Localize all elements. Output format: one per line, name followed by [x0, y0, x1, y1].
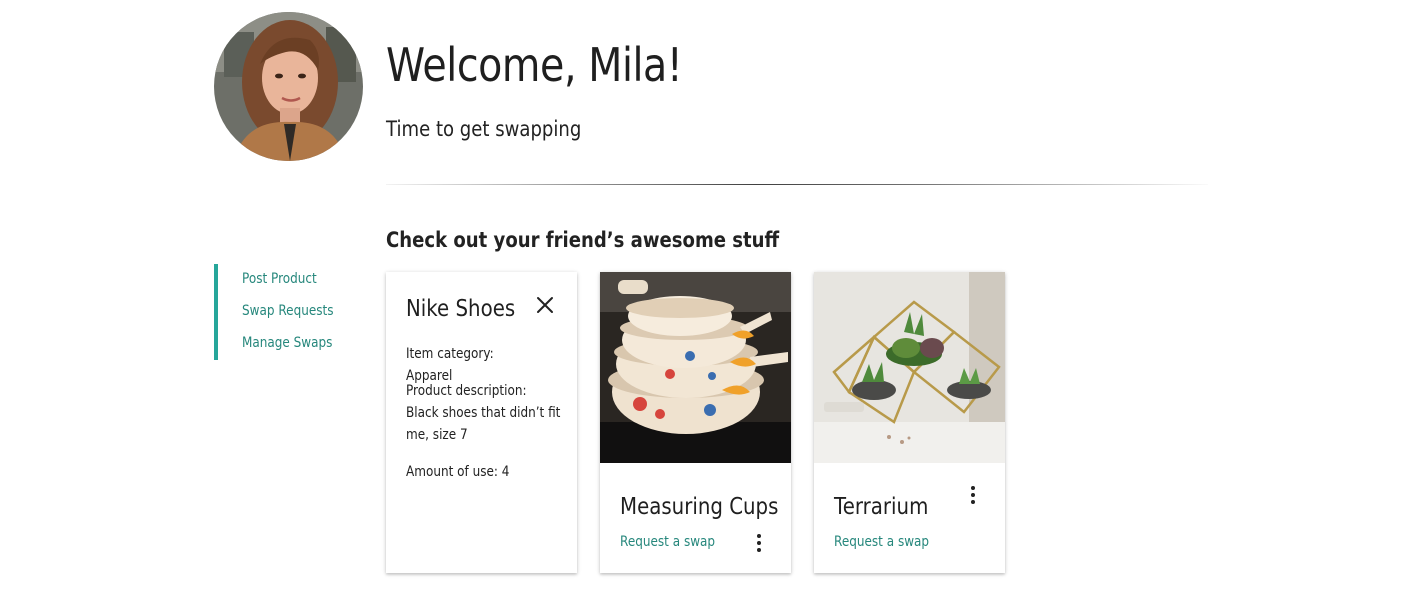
sidebar-item-manage-swaps[interactable]: Manage Swaps [242, 335, 332, 351]
request-swap-link[interactable]: Request a swap [620, 534, 715, 550]
measuring-cups-photo[interactable] [600, 272, 791, 463]
card-title: Nike Shoes [406, 296, 516, 322]
card-title: Terrarium [834, 494, 929, 520]
product-description: Product description: Black shoes that di… [406, 383, 561, 443]
card-title: Measuring Cups [620, 494, 779, 520]
product-card-measuring-cups: Measuring Cups Request a swap [600, 272, 791, 573]
close-icon[interactable] [536, 296, 554, 314]
sidebar-item-post-product[interactable]: Post Product [242, 271, 317, 287]
product-card-terrarium: Terrarium Request a swap [814, 272, 1005, 573]
request-swap-link[interactable]: Request a swap [834, 534, 929, 550]
product-card-nike-shoes: Nike Shoes Item category: Apparel Produc… [386, 272, 577, 573]
sidebar-item-swap-requests[interactable]: Swap Requests [242, 303, 334, 319]
terrarium-photo[interactable] [814, 272, 1005, 463]
section-title: Check out your friend’s awesome stuff [386, 228, 780, 252]
page-subtitle: Time to get swapping [386, 117, 582, 141]
more-vert-icon[interactable] [754, 533, 764, 553]
sidebar-nav: Post Product Swap Requests Manage Swaps [214, 264, 364, 360]
avatar [214, 12, 363, 161]
page-title: Welcome, Mila! [386, 38, 683, 92]
more-vert-icon[interactable] [968, 485, 978, 505]
avatar-photo [214, 12, 363, 161]
amount-of-use: Amount of use: 4 [406, 464, 510, 480]
header-divider [386, 184, 1208, 185]
